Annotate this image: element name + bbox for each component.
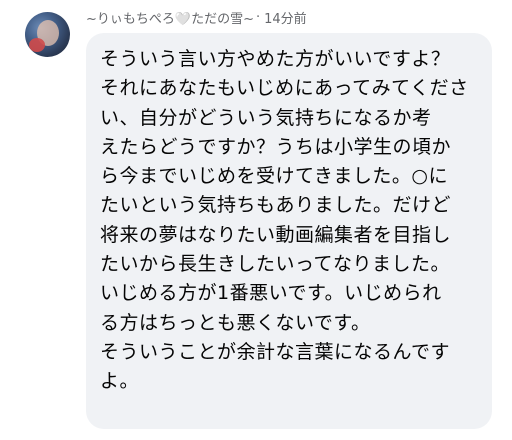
avatar-accent-shape: [29, 38, 45, 52]
comment-text: そういう言い方やめた方がいいですよ？ それにあなたもいじめにあってみてくださ い…: [100, 48, 469, 393]
comment-bubble: そういう言い方やめた方がいいですよ？ それにあなたもいじめにあってみてくださ い…: [86, 33, 492, 429]
comment-header: ~りぃもちぺろ🤍ただの雪~ · 14分前: [86, 8, 307, 27]
separator-dot: ·: [255, 9, 261, 25]
author-name[interactable]: ~りぃもちぺろ🤍ただの雪~: [86, 8, 254, 27]
user-avatar[interactable]: [25, 12, 70, 57]
timestamp[interactable]: 14分前: [264, 8, 307, 27]
